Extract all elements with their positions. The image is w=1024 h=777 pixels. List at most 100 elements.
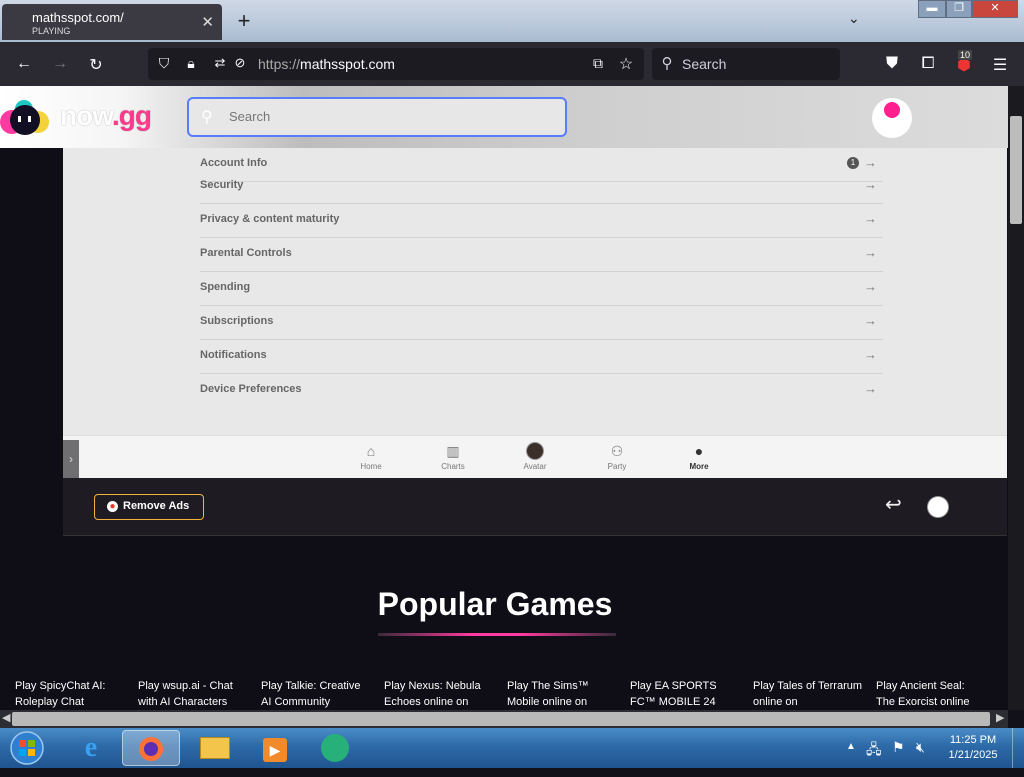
avatar-icon [510, 442, 560, 460]
picture-in-picture-icon[interactable]: ⧉ [588, 55, 608, 72]
show-hidden-icons-icon[interactable]: ▲ [846, 741, 856, 752]
close-window-button[interactable]: ✕ [972, 0, 1018, 18]
menu-item-notifications[interactable]: Notifications → [200, 340, 883, 374]
nowgg-logo-icon[interactable] [0, 96, 50, 138]
menu-item-label: Parental Controls [200, 247, 292, 259]
game-card-title[interactable]: Play The Sims™ Mobile online on [507, 678, 617, 710]
site-search-input[interactable] [229, 109, 529, 124]
browser-toolbar: ← → ↻ ⛉ 🔒︎ ⇄ ⊘ https://mathsspot.com ⧉ ☆… [0, 42, 1024, 86]
menu-item-label: Device Preferences [200, 383, 302, 395]
home-circle-button[interactable] [928, 497, 948, 517]
scroll-left-icon[interactable]: ◀ [2, 711, 10, 724]
tab-title: mathsspot.com/ [32, 10, 124, 25]
scroll-right-icon[interactable]: ▶ [996, 711, 1004, 724]
search-icon: ⚲ [201, 109, 213, 126]
nav-label: Home [360, 462, 382, 471]
game-card-title[interactable]: Play Tales of Terrarum online on [753, 678, 863, 710]
ad-remove-icon: ● [107, 501, 118, 512]
browser-tab[interactable]: mathsspot.com/ PLAYING ✕ [2, 4, 222, 40]
close-tab-icon[interactable]: ✕ [201, 13, 214, 31]
game-card-title[interactable]: Play SpicyChat AI: Roleplay Chat [15, 678, 125, 710]
horizontal-scrollbar[interactable]: ◀ ▶ [0, 710, 1008, 728]
menu-item-label: Subscriptions [200, 315, 274, 327]
scrollbar-thumb[interactable] [1010, 116, 1022, 224]
site-search-box[interactable]: ⚲ [187, 97, 567, 137]
file-explorer-icon[interactable] [186, 730, 244, 766]
sidebar-toggle-button[interactable]: › [63, 440, 79, 478]
url-text[interactable]: https://mathsspot.com [258, 56, 395, 72]
camera-blocked-icon[interactable]: ⊘ [230, 55, 250, 71]
chevron-down-icon[interactable]: ⌄ [848, 10, 860, 27]
action-center-flag-icon[interactable]: ⚑ [892, 739, 905, 756]
vertical-scrollbar[interactable] [1008, 86, 1024, 710]
restore-button[interactable]: ❐ [946, 0, 972, 18]
new-tab-button[interactable]: + [234, 8, 254, 34]
lock-icon[interactable]: 🔒︎ [181, 55, 201, 72]
game-card-title[interactable]: Play EA SPORTS FC™ MOBILE 24 SOCCER [630, 678, 740, 710]
arrow-right-icon: → [864, 313, 877, 328]
game-card-title[interactable]: Play wsup.ai - Chat with AI Characters [138, 678, 248, 710]
menu-item-device-preferences[interactable]: Device Preferences → [200, 374, 883, 408]
logo-now: now [60, 100, 113, 131]
chart-icon: ▥ [446, 443, 460, 459]
game-card-title[interactable]: Play Ancient Seal: The Exorcist online [876, 678, 986, 710]
volume-muted-icon[interactable]: 🔇︎ [916, 739, 925, 756]
url-scheme: https:// [258, 56, 301, 72]
pocket-icon[interactable]: ⛊ [882, 55, 902, 73]
notification-badge: 1 [847, 157, 859, 169]
show-desktop-button[interactable] [1012, 728, 1024, 768]
user-avatar[interactable] [872, 98, 912, 138]
browser-search-placeholder: Search [682, 56, 727, 72]
arrow-right-icon: → [864, 245, 877, 260]
forward-arrow-icon[interactable]: → [50, 55, 70, 73]
menu-item-label: Security [200, 179, 244, 191]
reload-icon[interactable]: ↻ [86, 55, 106, 75]
address-bar[interactable]: ⛉ 🔒︎ ⇄ ⊘ https://mathsspot.com ⧉ ☆ [148, 48, 644, 80]
menu-item-privacy[interactable]: Privacy & content maturity → [200, 204, 883, 238]
nav-home[interactable]: ⌂ Home [346, 442, 396, 471]
remove-ads-button[interactable]: ● Remove Ads [94, 494, 204, 520]
arrow-right-icon: → [864, 347, 877, 362]
site-logo[interactable]: now.gg [60, 100, 152, 132]
firefox-icon[interactable] [122, 730, 180, 766]
nav-party[interactable]: ⚇ Party [592, 442, 642, 471]
extension-badge: 10 [958, 50, 973, 60]
menu-item-label: Notifications [200, 349, 267, 361]
game-card-title[interactable]: Play Nexus: Nebula Echoes online on [384, 678, 494, 710]
extensions-icon[interactable]: ⧠ [918, 55, 938, 73]
nav-avatar[interactable]: Avatar [510, 442, 560, 471]
bookmark-star-icon[interactable]: ☆ [616, 54, 636, 74]
windows-taskbar: e ▶ ▲ 🖧︎ ⚑ 🔇︎ 11:25 PM 1/21/2025 [0, 728, 1024, 768]
media-player-icon[interactable]: ▶ [246, 730, 304, 766]
minimize-button[interactable]: ▬ [918, 0, 946, 18]
system-clock[interactable]: 11:25 PM 1/21/2025 [940, 733, 1006, 763]
nav-more[interactable]: ● More [674, 442, 724, 471]
nav-label: Party [607, 462, 627, 471]
settings-panel: Account Info 1 → Security → Privacy & co… [63, 148, 1007, 435]
start-button[interactable] [2, 730, 52, 766]
arrow-right-icon: → [864, 155, 877, 170]
internet-explorer-icon[interactable]: e [62, 730, 120, 766]
menu-item-subscriptions[interactable]: Subscriptions → [200, 306, 883, 340]
menu-item-spending[interactable]: Spending → [200, 272, 883, 306]
permissions-icon[interactable]: ⇄ [210, 55, 230, 71]
menu-item-security[interactable]: Security → [200, 170, 883, 204]
back-arrow-icon[interactable]: ← [14, 55, 34, 73]
shield-icon[interactable]: ⛉ [154, 55, 174, 72]
url-host: mathsspot.com [300, 56, 395, 72]
browser-search-box[interactable]: ⚲ Search [652, 48, 840, 80]
menu-item-label: Privacy & content maturity [200, 213, 340, 225]
nav-charts[interactable]: ▥ Charts [428, 442, 478, 471]
back-icon[interactable]: ↩ [885, 492, 902, 517]
home-icon: ⌂ [366, 443, 376, 459]
menu-icon[interactable]: ☰ [990, 55, 1010, 75]
logo-gg: .gg [111, 100, 152, 131]
network-icon[interactable]: 🖧︎ [866, 739, 882, 763]
scrollbar-thumb[interactable] [12, 712, 990, 726]
menu-item-parental-controls[interactable]: Parental Controls → [200, 238, 883, 272]
clock-time: 11:25 PM [949, 734, 997, 746]
arrow-right-icon: → [864, 211, 877, 226]
game-card-title[interactable]: Play Talkie: Creative AI Community [261, 678, 371, 710]
more-icon: ● [694, 443, 704, 459]
app-icon[interactable] [306, 730, 364, 766]
